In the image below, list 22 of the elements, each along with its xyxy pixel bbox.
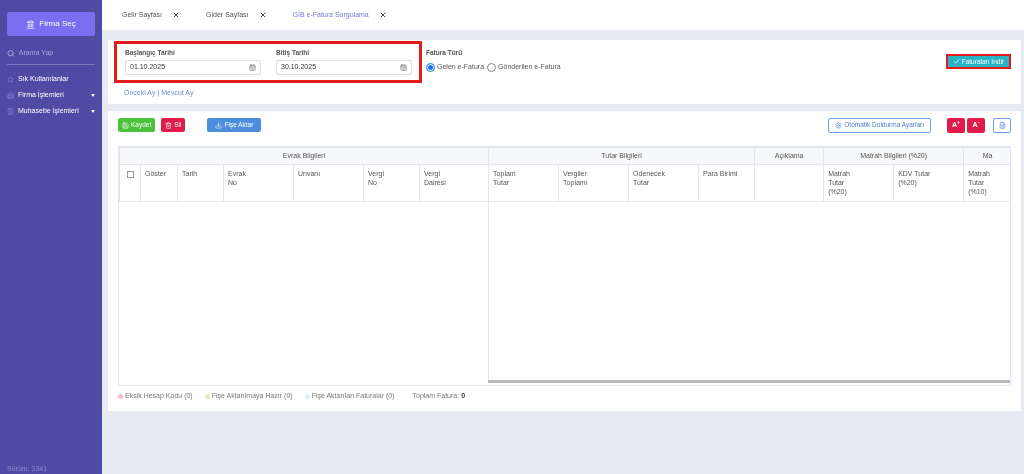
save-icon [122, 121, 129, 129]
menu-icon [7, 91, 14, 99]
bank-icon [26, 19, 36, 29]
calendar-icon[interactable] [249, 63, 256, 71]
download-icon [215, 121, 223, 129]
document-icon [998, 121, 1006, 129]
menu-icon [7, 107, 14, 115]
company-select-button[interactable]: Firma Seç [7, 12, 95, 36]
horizontal-scrollbar[interactable] [488, 380, 1010, 383]
close-icon[interactable] [172, 11, 181, 19]
select-all-checkbox[interactable] [126, 171, 134, 178]
caret-icon [91, 109, 95, 113]
menu-icon [7, 75, 14, 83]
calendar-icon[interactable] [400, 63, 407, 71]
caret-icon [91, 93, 95, 97]
check-icon [952, 58, 960, 65]
export-button[interactable] [993, 117, 1011, 133]
settings-icon [835, 121, 843, 129]
trash-icon [165, 121, 173, 129]
close-icon[interactable] [258, 11, 267, 19]
close-icon[interactable] [378, 11, 387, 19]
search-icon [7, 48, 15, 58]
